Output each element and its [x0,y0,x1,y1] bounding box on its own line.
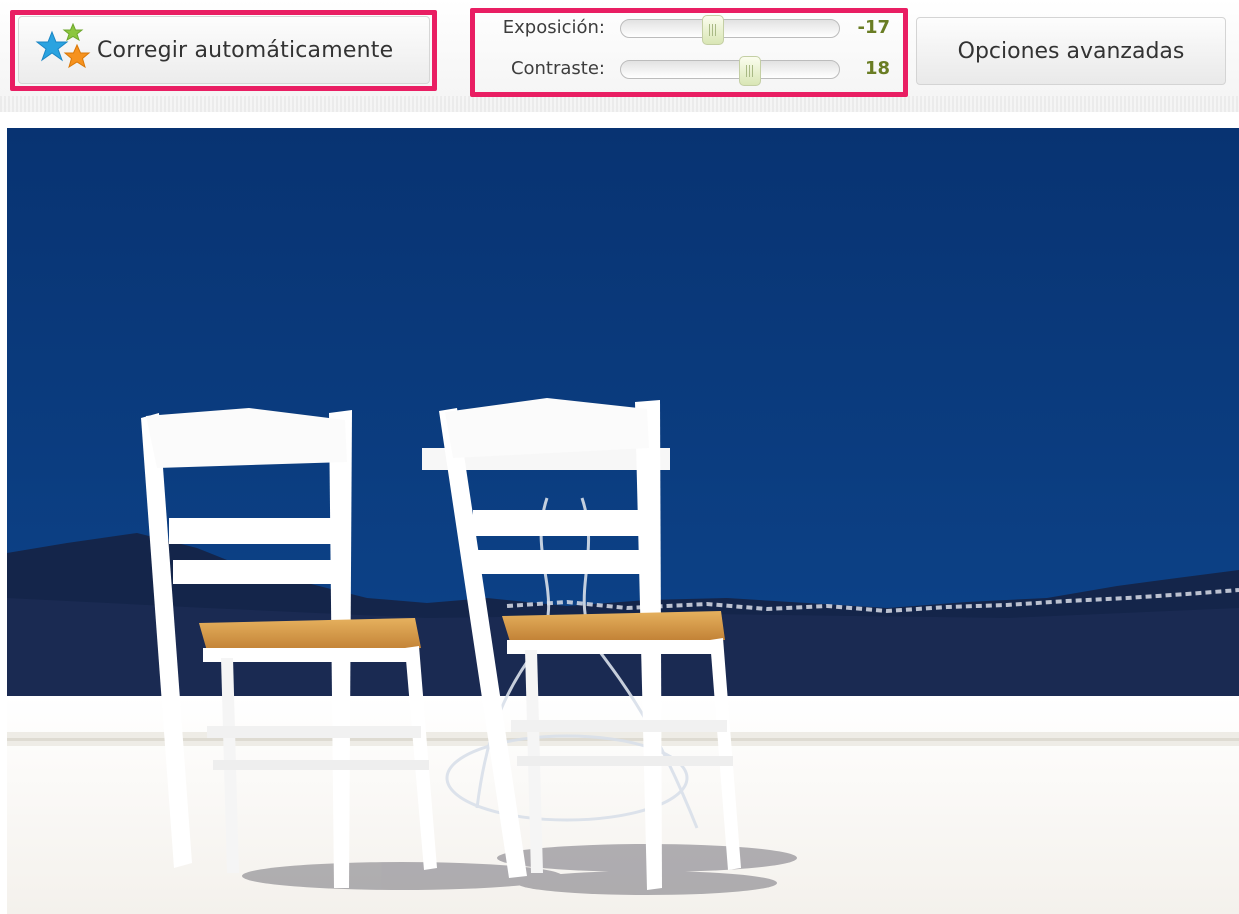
advanced-options-button[interactable]: Opciones avanzadas [916,17,1226,85]
photo-image [7,128,1239,914]
auto-correct-highlight [10,10,437,91]
toolbar-divider [0,96,1239,112]
sliders-highlight [470,8,908,97]
photo-preview [7,128,1239,914]
